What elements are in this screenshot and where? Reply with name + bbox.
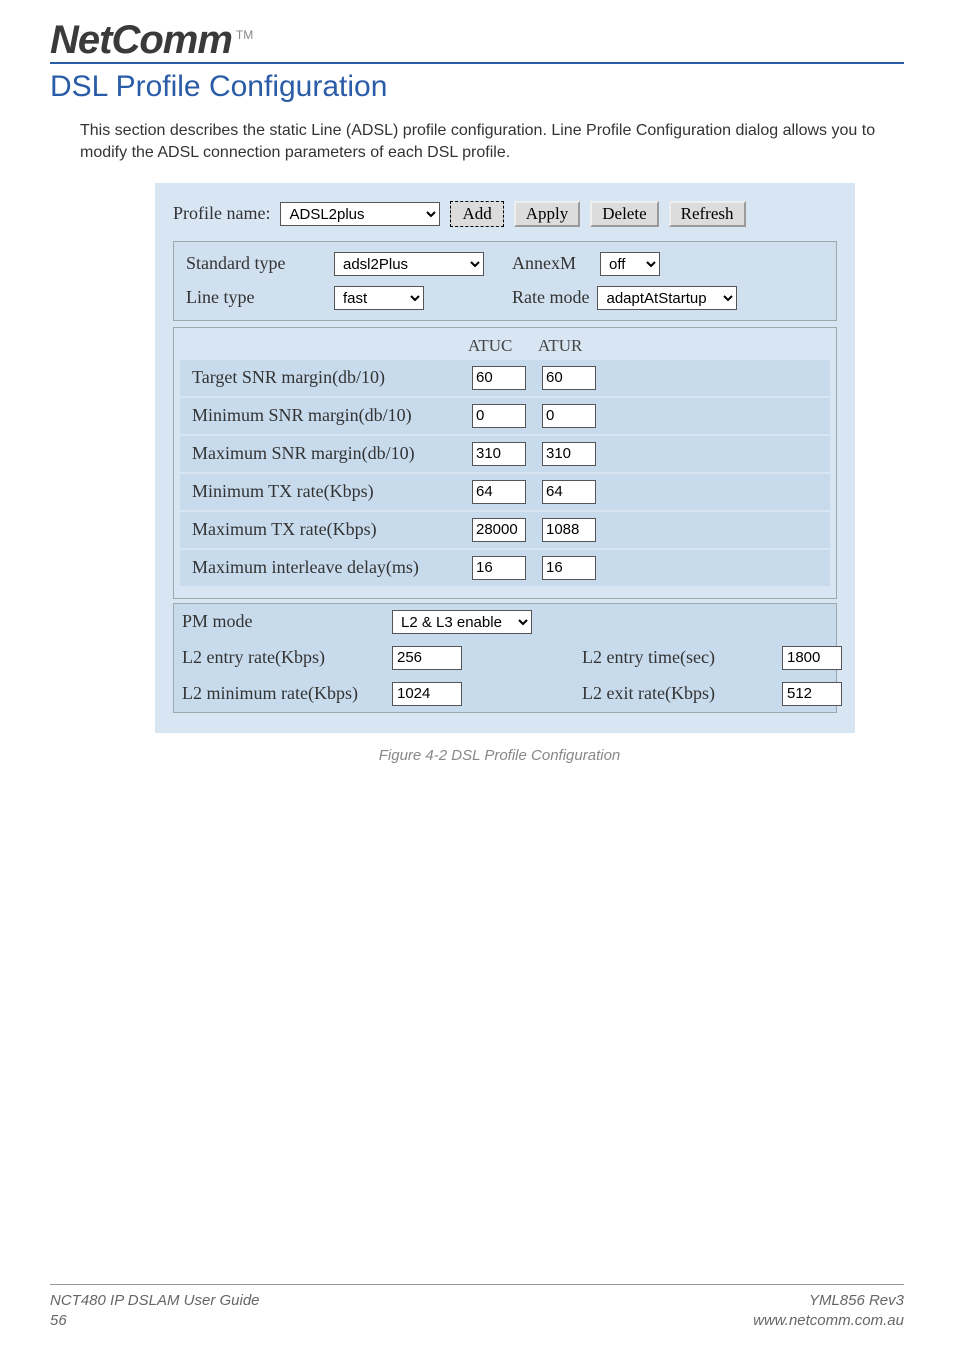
param-row: Target SNR margin(db/10)	[180, 360, 830, 396]
param-row: Minimum SNR margin(db/10)	[180, 398, 830, 434]
standard-type-select[interactable]: adsl2Plus	[334, 252, 484, 276]
pm-mode-label: PM mode	[182, 611, 392, 632]
logo-text: NetComm	[50, 20, 232, 60]
param-atuc-input[interactable]	[472, 480, 526, 504]
page-footer: NCT480 IP DSLAM User Guide 56 YML856 Rev…	[50, 1284, 904, 1330]
param-row: Maximum interleave delay(ms)	[180, 550, 830, 586]
param-atur-input[interactable]	[542, 404, 596, 428]
delete-button[interactable]: Delete	[590, 201, 658, 227]
param-atur-input[interactable]	[542, 366, 596, 390]
footer-doc-title: NCT480 IP DSLAM User Guide	[50, 1291, 260, 1311]
figure-caption: Figure 4-2 DSL Profile Configuration	[95, 747, 904, 764]
header-rule	[50, 62, 904, 64]
rate-mode-select[interactable]: adaptAtStartup	[597, 286, 737, 310]
param-label: Target SNR margin(db/10)	[186, 367, 472, 388]
param-row: Minimum TX rate(Kbps)	[180, 474, 830, 510]
col-atur: ATUR	[538, 336, 608, 356]
l2-exit-rate-input[interactable]	[782, 682, 842, 706]
apply-button[interactable]: Apply	[514, 201, 581, 227]
profile-name-select[interactable]: ADSL2plus	[280, 202, 440, 226]
param-atuc-input[interactable]	[472, 442, 526, 466]
param-atuc-input[interactable]	[472, 518, 526, 542]
profile-name-label: Profile name:	[173, 203, 270, 224]
l2-min-rate-label: L2 minimum rate(Kbps)	[182, 683, 392, 704]
line-type-select[interactable]: fast	[334, 286, 424, 310]
brand-logo: NetComm TM	[50, 20, 904, 60]
col-atuc: ATUC	[468, 336, 538, 356]
rate-mode-label: Rate mode	[512, 287, 589, 308]
l2-min-rate-input[interactable]	[392, 682, 462, 706]
standard-type-label: Standard type	[186, 253, 326, 274]
l2-entry-time-input[interactable]	[782, 646, 842, 670]
l2-entry-rate-input[interactable]	[392, 646, 462, 670]
param-label: Minimum TX rate(Kbps)	[186, 481, 472, 502]
param-atuc-input[interactable]	[472, 366, 526, 390]
param-row: Maximum SNR margin(db/10)	[180, 436, 830, 472]
param-atuc-input[interactable]	[472, 404, 526, 428]
intro-text: This section describes the static Line (…	[80, 120, 904, 165]
annexm-select[interactable]: off	[600, 252, 660, 276]
param-atur-input[interactable]	[542, 518, 596, 542]
refresh-button[interactable]: Refresh	[669, 201, 746, 227]
config-panel: Profile name: ADSL2plus Add Apply Delete…	[155, 183, 855, 733]
param-atur-input[interactable]	[542, 442, 596, 466]
pm-mode-select[interactable]: L2 & L3 enable	[392, 610, 532, 634]
param-atur-input[interactable]	[542, 556, 596, 580]
footer-page-num: 56	[50, 1311, 260, 1331]
param-label: Maximum SNR margin(db/10)	[186, 443, 472, 464]
param-atuc-input[interactable]	[472, 556, 526, 580]
line-type-label: Line type	[186, 287, 326, 308]
add-button[interactable]: Add	[450, 201, 503, 227]
param-label: Maximum TX rate(Kbps)	[186, 519, 472, 540]
footer-url: www.netcomm.com.au	[753, 1311, 904, 1331]
l2-entry-rate-label: L2 entry rate(Kbps)	[182, 647, 392, 668]
param-label: Minimum SNR margin(db/10)	[186, 405, 472, 426]
param-row: Maximum TX rate(Kbps)	[180, 512, 830, 548]
logo-tm: TM	[236, 28, 253, 42]
l2-entry-time-label: L2 entry time(sec)	[562, 647, 782, 668]
page-title: DSL Profile Configuration	[50, 70, 904, 104]
annexm-label: AnnexM	[512, 253, 576, 274]
footer-rev: YML856 Rev3	[753, 1291, 904, 1311]
l2-exit-rate-label: L2 exit rate(Kbps)	[562, 683, 782, 704]
param-atur-input[interactable]	[542, 480, 596, 504]
param-label: Maximum interleave delay(ms)	[186, 557, 472, 578]
